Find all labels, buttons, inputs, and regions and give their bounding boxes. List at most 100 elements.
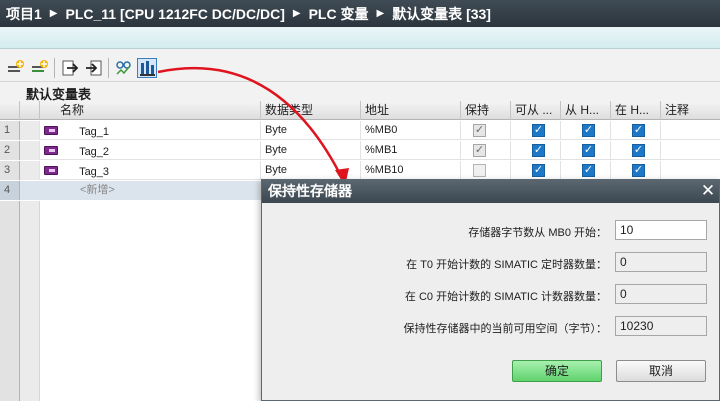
tag-name: Tag_3 [79,166,110,178]
table-header: 名称 数据类型 地址 保持 可从 ... 从 H... 在 H... 注释 [0,101,720,120]
tag-name: Tag_2 [79,146,110,158]
column-comment[interactable]: 注释 [661,101,720,120]
breadcrumb-separator: ▶ [49,8,58,19]
address-cell[interactable]: %MB0 [361,121,461,140]
column-name[interactable]: 名称 [40,101,261,120]
writable-checkbox[interactable]: ✓ [582,124,595,137]
accessible-cell: ✓ [511,161,561,180]
breadcrumb-plc-tags[interactable]: PLC 变量 [309,4,369,24]
header-rownum [0,101,20,120]
retain-checkbox[interactable] [473,164,486,177]
tag-name-cell[interactable]: Tag_3 [40,161,261,180]
cancel-button[interactable]: 取消 [616,360,706,382]
writable-checkbox[interactable]: ✓ [582,144,595,157]
writable-checkbox[interactable]: ✓ [582,164,595,177]
comment-cell[interactable] [661,121,720,140]
row-gutter [20,121,40,140]
monitor-icon[interactable] [114,58,134,78]
ok-button[interactable]: 确定 [512,360,602,382]
retain-cell: ✓ [461,141,511,160]
add-new-cell[interactable]: <新增> [40,181,261,200]
available-space-label: 保持性存储器中的当前可用空间（字节）： [403,323,608,335]
accessible-cell: ✓ [511,121,561,140]
timers-field: 0 [615,252,707,272]
counters-label: 在 C0 开始计数的 SIMATIC 计数器数量： [404,291,607,303]
available-space-field: 10230 [615,316,707,336]
breadcrumb-plc[interactable]: PLC_11 [CPU 1212FC DC/DC/DC] [66,6,285,22]
retain-cell [461,161,511,180]
column-writable-hmi[interactable]: 从 H... [561,101,611,120]
accessible-checkbox[interactable]: ✓ [532,124,545,137]
writable-cell: ✓ [561,161,611,180]
tag-icon [44,146,58,155]
table-row[interactable]: 2 Tag_2 Byte %MB1 ✓ ✓ ✓ ✓ [0,141,720,160]
import-icon[interactable] [84,58,104,78]
column-accessible-hmi[interactable]: 可从 ... [511,101,561,120]
visible-checkbox[interactable]: ✓ [632,144,645,157]
dialog-title: 保持性存储器 [268,183,352,199]
breadcrumb: 项目1 ▶ PLC_11 [CPU 1212FC DC/DC/DC] ▶ PLC… [0,0,720,27]
retentive-memory-dialog: 保持性存储器 ✕ 存储器字节数从 MB0 开始： 10 在 T0 开始计数的 S… [261,179,720,401]
breadcrumb-project[interactable]: 项目1 [6,4,42,24]
visible-checkbox[interactable]: ✓ [632,124,645,137]
column-address[interactable]: 地址 [361,101,461,120]
insert-row-icon[interactable] [30,58,50,78]
column-visible-hmi[interactable]: 在 H... [611,101,661,120]
row-number-column [0,201,20,401]
visible-cell: ✓ [611,121,661,140]
accessible-cell: ✓ [511,141,561,160]
toolbar-separator [108,58,109,78]
memory-bytes-label: 存储器字节数从 MB0 开始： [468,227,607,239]
data-type-cell[interactable]: Byte [261,161,361,180]
row-gutter [20,181,40,200]
writable-cell: ✓ [561,141,611,160]
tag-icon [44,126,58,135]
toolbar [0,52,720,82]
visible-cell: ✓ [611,141,661,160]
data-type-cell[interactable]: Byte [261,141,361,160]
add-row-icon[interactable] [6,58,26,78]
address-cell[interactable]: %MB1 [361,141,461,160]
retain-checkbox[interactable]: ✓ [473,144,486,157]
row-gutter [20,141,40,160]
export-icon[interactable] [60,58,80,78]
memory-bytes-input[interactable]: 10 [615,220,707,240]
counters-field: 0 [615,284,707,304]
row-number[interactable]: 2 [0,141,20,160]
comment-cell[interactable] [661,161,720,180]
dialog-title-bar: 保持性存储器 ✕ [262,180,719,203]
tag-name-cell[interactable]: Tag_2 [40,141,261,160]
row-gutter [20,161,40,180]
breadcrumb-default-tag-table[interactable]: 默认变量表 [33] [392,4,491,24]
writable-cell: ✓ [561,121,611,140]
column-data-type[interactable]: 数据类型 [261,101,361,120]
toolbar-separator [54,58,55,78]
tag-icon [44,166,58,175]
retain-checkbox[interactable]: ✓ [473,124,486,137]
timers-label: 在 T0 开始计数的 SIMATIC 定时器数量： [406,259,607,271]
breadcrumb-separator: ▶ [292,8,301,19]
retain-memory-icon[interactable] [137,58,157,78]
add-new-placeholder: <新增> [80,184,115,196]
column-retain[interactable]: 保持 [461,101,511,120]
tag-name: Tag_1 [79,126,110,138]
table-row[interactable]: 1 Tag_1 Byte %MB0 ✓ ✓ ✓ ✓ [0,121,720,140]
tag-name-cell[interactable]: Tag_1 [40,121,261,140]
comment-cell[interactable] [661,141,720,160]
close-icon[interactable]: ✕ [697,180,719,203]
row-number[interactable]: 1 [0,121,20,140]
data-type-cell[interactable]: Byte [261,121,361,140]
visible-cell: ✓ [611,161,661,180]
tab-strip [0,27,720,49]
retain-cell: ✓ [461,121,511,140]
row-number[interactable]: 3 [0,161,20,180]
header-icon [20,101,40,120]
table-row[interactable]: 3 Tag_3 Byte %MB10 ✓ ✓ ✓ [0,161,720,180]
breadcrumb-separator: ▶ [376,8,385,19]
row-number[interactable]: 4 [0,181,20,200]
row-gutter-column [20,201,40,401]
visible-checkbox[interactable]: ✓ [632,164,645,177]
accessible-checkbox[interactable]: ✓ [532,144,545,157]
address-cell[interactable]: %MB10 [361,161,461,180]
accessible-checkbox[interactable]: ✓ [532,164,545,177]
